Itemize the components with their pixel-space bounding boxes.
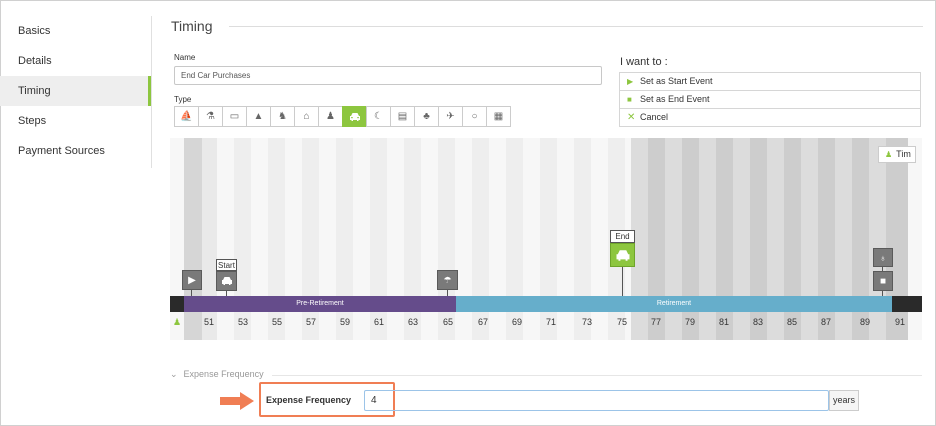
name-label: Name: [174, 53, 196, 62]
age-label: 69: [511, 317, 522, 327]
ring-icon[interactable]: ○: [462, 106, 487, 127]
age-label: 91: [894, 317, 905, 327]
car-icon: [616, 249, 629, 261]
set-end-event-button[interactable]: ■ Set as End Event: [619, 90, 921, 109]
cancel-button[interactable]: ✕ Cancel: [619, 108, 921, 127]
sidebar-item-payment-sources[interactable]: Payment Sources: [0, 136, 151, 166]
umbrella-icon: ☂: [443, 274, 452, 285]
sidebar-nav: Basics Details Timing Steps Payment Sour…: [0, 16, 151, 166]
end-car-marker[interactable]: [610, 243, 635, 267]
car-icon: [221, 277, 232, 285]
sidebar-item-basics[interactable]: Basics: [0, 16, 151, 46]
moon-icon[interactable]: ☾: [366, 106, 391, 127]
page-title: Timing: [171, 18, 213, 34]
stop-marker[interactable]: ■: [873, 271, 893, 291]
retirement-bar: Retirement: [456, 296, 892, 312]
play-marker[interactable]: ▶: [182, 270, 202, 290]
end-tag: End: [610, 230, 635, 243]
type-icon-row: ⛵ ⚗ ▭ ▲ ♞ ⌂ ♟ ☾ ▤ ♣ ✈ ○ ▦: [174, 106, 511, 127]
arrow-right-icon: [220, 392, 254, 410]
start-tag: Start: [216, 259, 237, 271]
age-label: 81: [718, 317, 729, 327]
age-label: 61: [373, 317, 384, 327]
age-label: 87: [820, 317, 831, 327]
age-label: 53: [237, 317, 248, 327]
age-label: 75: [616, 317, 627, 327]
book-icon[interactable]: ▭: [222, 106, 247, 127]
square-icon: ■: [627, 95, 632, 104]
age-label: 77: [650, 317, 661, 327]
sidebar-item-timing[interactable]: Timing: [0, 76, 151, 106]
age-label: 63: [407, 317, 418, 327]
square-icon: ■: [879, 275, 887, 287]
sidebar-item-details[interactable]: Details: [0, 46, 151, 76]
person-chip[interactable]: ♟ Tim: [878, 146, 916, 163]
set-end-label: Set as End Event: [640, 94, 710, 104]
play-icon: ▶: [188, 274, 196, 286]
age-label: 55: [271, 317, 282, 327]
sidebar-divider: [151, 16, 152, 168]
age-label: 67: [477, 317, 488, 327]
house-icon[interactable]: ⌂: [294, 106, 319, 127]
age-label: 59: [339, 317, 350, 327]
set-start-event-button[interactable]: ▶ Set as Start Event: [619, 72, 921, 91]
expense-frequency-section-toggle[interactable]: ⌄ Expense Frequency: [170, 369, 264, 380]
triangle-right-icon: ▶: [627, 77, 634, 86]
age-label: 89: [859, 317, 870, 327]
rocking-horse-icon[interactable]: ♞: [270, 106, 295, 127]
years-unit-addon: years: [829, 390, 859, 411]
age-label: 85: [786, 317, 797, 327]
title-divider: [229, 26, 923, 27]
set-start-label: Set as Start Event: [640, 76, 713, 86]
family-icon[interactable]: ♣: [414, 106, 439, 127]
expense-frequency-input[interactable]: 4: [364, 390, 829, 411]
start-car-marker[interactable]: [216, 271, 237, 291]
age-label: 57: [305, 317, 316, 327]
want-to-options: ▶ Set as Start Event ■ Set as End Event …: [619, 72, 921, 127]
age-label: 71: [545, 317, 556, 327]
sidebar-item-steps[interactable]: Steps: [0, 106, 151, 136]
store-icon[interactable]: ▤: [390, 106, 415, 127]
expense-frequency-section-title: Expense Frequency: [183, 369, 264, 379]
want-to-title: I want to :: [620, 56, 668, 68]
section-divider: [272, 375, 922, 376]
person-icon: ♟: [173, 317, 182, 327]
expense-frequency-label: Expense Frequency: [266, 395, 352, 405]
graduation-cap-icon[interactable]: ▲: [246, 106, 271, 127]
flask-icon[interactable]: ⚗: [198, 106, 223, 127]
marker-stem: [622, 267, 623, 296]
age-label: 73: [581, 317, 592, 327]
type-label: Type: [174, 95, 192, 104]
age-label: 51: [203, 317, 214, 327]
age-label: 83: [752, 317, 763, 327]
name-input[interactable]: End Car Purchases: [174, 66, 602, 85]
pre-retirement-bar: Pre-Retirement: [184, 296, 456, 312]
calendar-icon[interactable]: ▦: [486, 106, 511, 127]
person-name: Tim: [896, 149, 911, 159]
sailboat-icon[interactable]: ⛵: [174, 106, 199, 127]
cancel-label: Cancel: [640, 112, 669, 122]
plane-icon[interactable]: ✈: [438, 106, 463, 127]
estate-marker[interactable]: ♁: [873, 248, 893, 267]
age-label: 65: [442, 317, 453, 327]
chevron-down-icon: ⌄: [170, 369, 178, 379]
money-bag-icon: ♁: [879, 252, 887, 263]
x-icon: ✕: [627, 112, 636, 123]
age-label: 79: [684, 317, 695, 327]
retirement-marker[interactable]: ☂: [437, 270, 458, 290]
person-icon: ♟: [885, 150, 893, 159]
car-icon[interactable]: [342, 106, 367, 127]
bottle-icon[interactable]: ♟: [318, 106, 343, 127]
